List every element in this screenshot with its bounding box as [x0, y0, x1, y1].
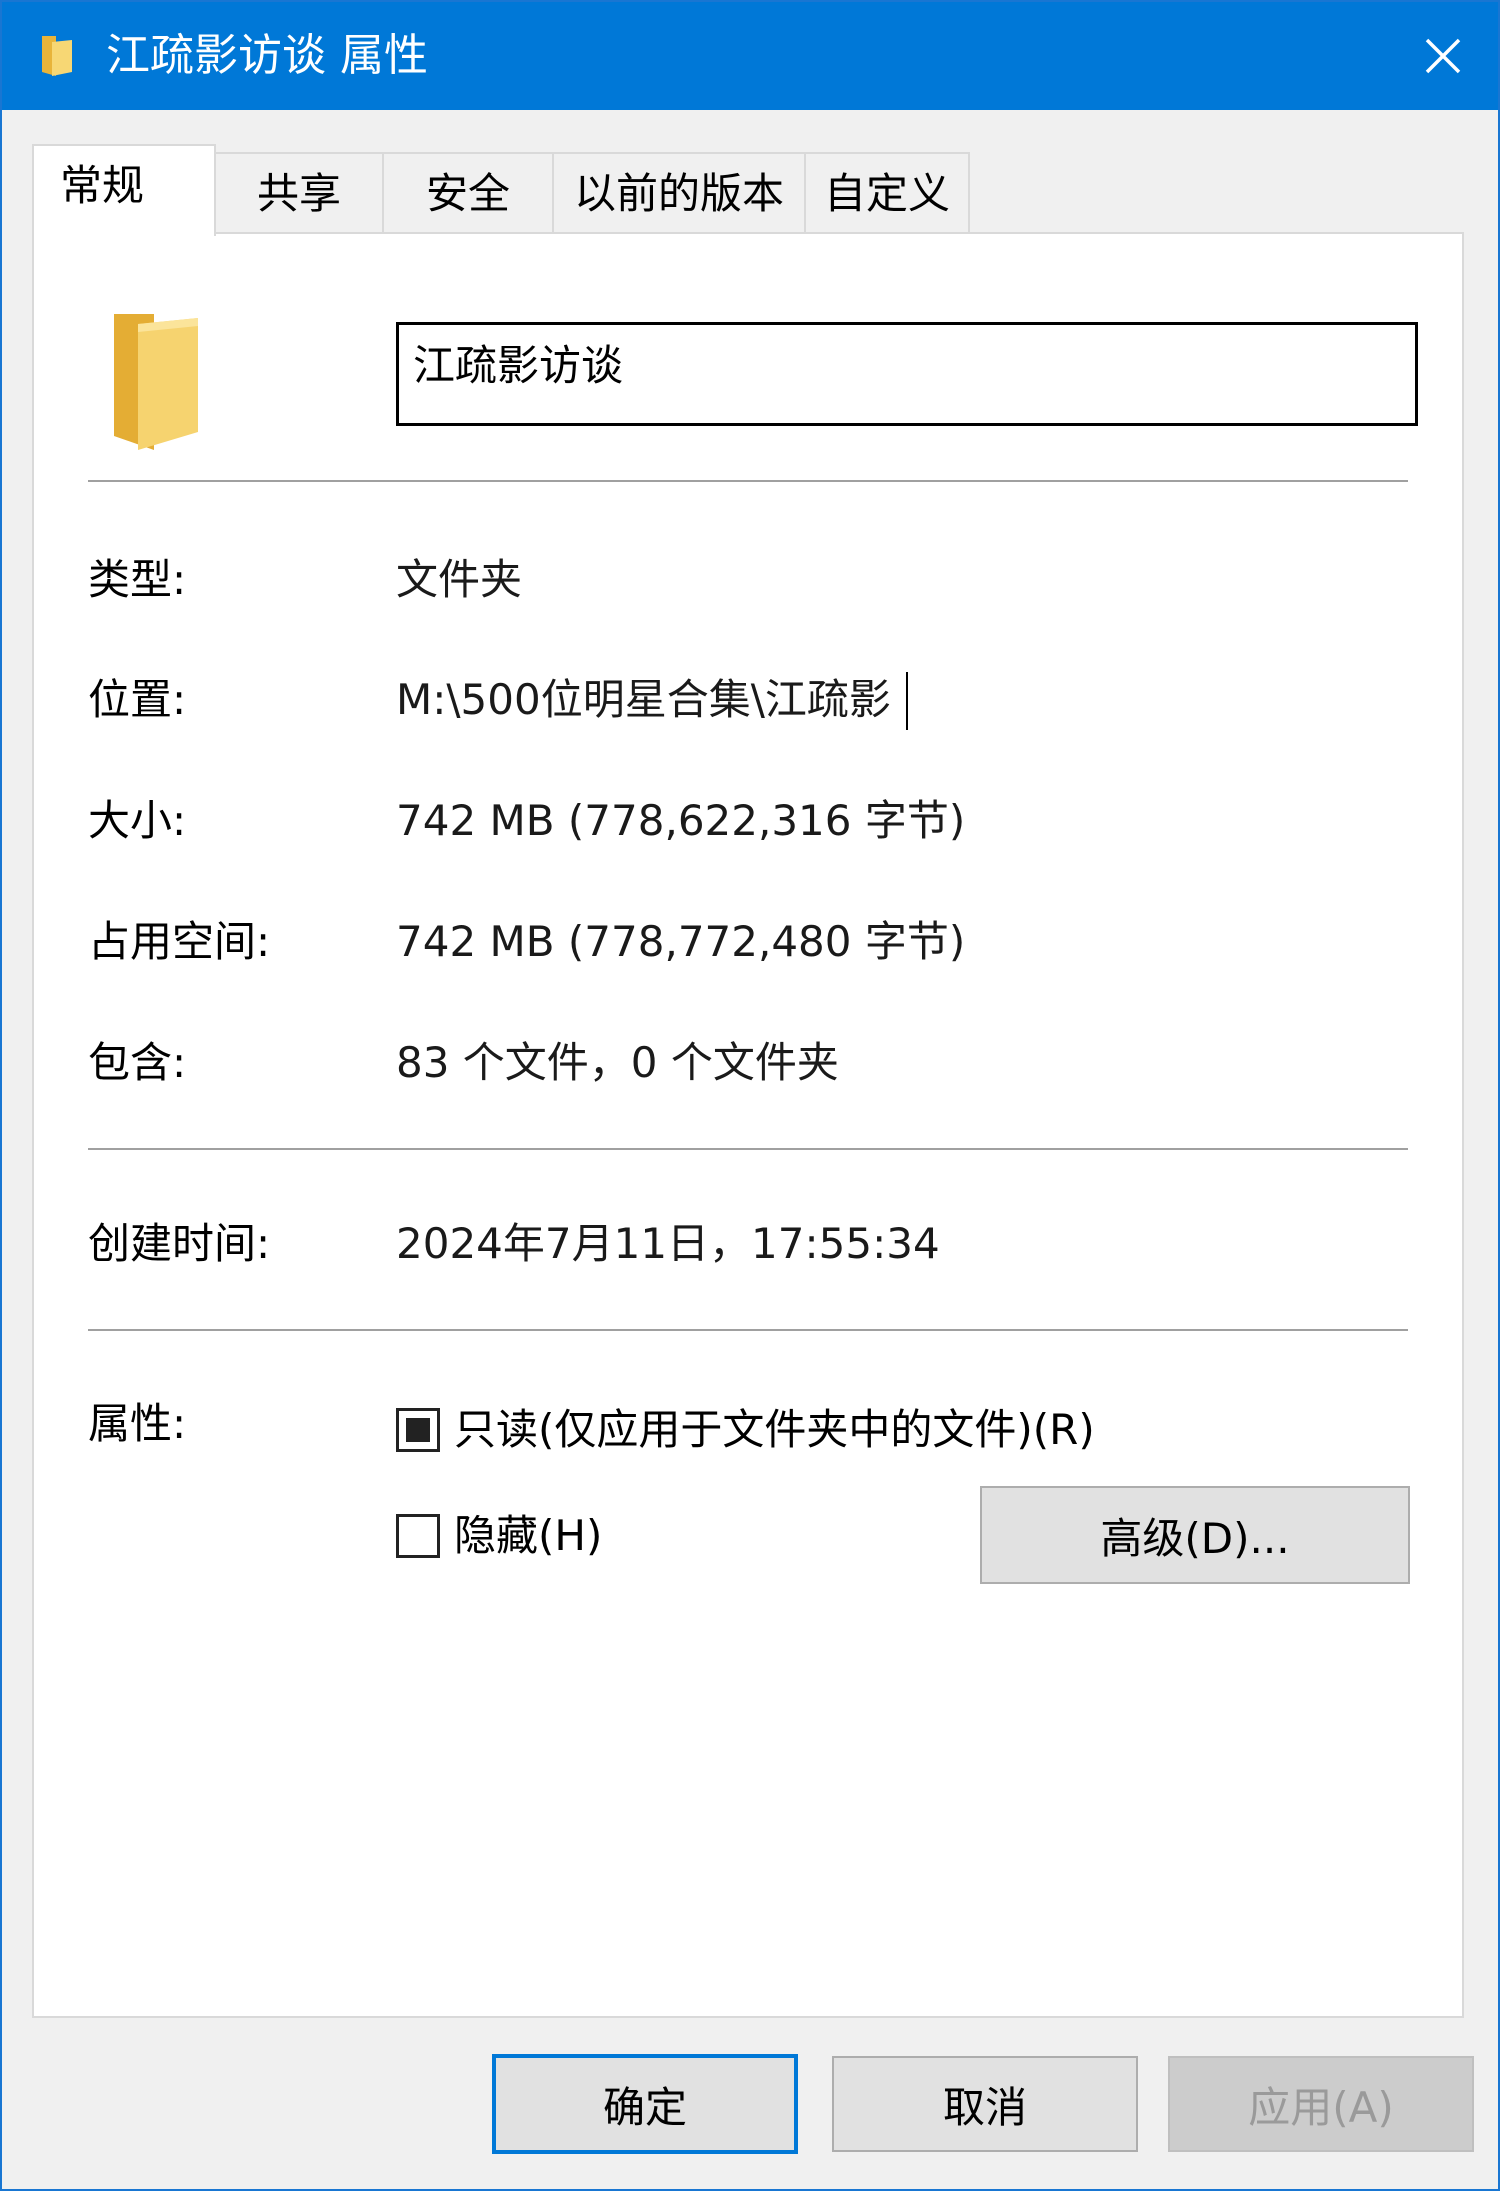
separator — [88, 1329, 1408, 1331]
readonly-checkbox[interactable] — [396, 1408, 440, 1452]
text-caret — [906, 672, 908, 730]
general-tab-panel: 类型: 文件夹 位置: M:\500位明星合集\江疏影 大小: 742 MB (… — [32, 232, 1464, 2018]
contains-value: 83 个文件，0 个文件夹 — [396, 1038, 839, 1087]
close-button[interactable] — [1388, 2, 1498, 110]
indeterminate-mark — [406, 1418, 430, 1442]
close-icon — [1425, 38, 1461, 74]
size-value: 742 MB (778,622,316 字节) — [396, 796, 966, 845]
disk-size-value: 742 MB (778,772,480 字节) — [396, 917, 966, 966]
tab-previous-versions[interactable]: 以前的版本 — [552, 152, 806, 234]
separator — [88, 1148, 1408, 1150]
properties-dialog: 江疏影访谈 属性 常规 共享 安全 以前的版本 自定义 类型: 文件夹 位置: … — [0, 0, 1500, 2191]
tab-general[interactable]: 常规 — [32, 144, 216, 236]
ok-button[interactable]: 确定 — [492, 2054, 798, 2154]
folder-icon — [114, 314, 198, 450]
hidden-label[interactable]: 隐藏(H) — [454, 1506, 602, 1566]
attributes-label: 属性: — [88, 1399, 187, 1448]
tab-customize[interactable]: 自定义 — [804, 152, 970, 234]
folder-name-input[interactable] — [396, 322, 1418, 426]
disk-size-label: 占用空间: — [88, 917, 271, 966]
window-title: 江疏影访谈 属性 — [106, 30, 428, 81]
folder-icon — [42, 36, 72, 76]
separator — [88, 480, 1408, 482]
size-label: 大小: — [88, 796, 187, 845]
created-label: 创建时间: — [88, 1219, 271, 1268]
cancel-button[interactable]: 取消 — [832, 2056, 1138, 2152]
location-label: 位置: — [88, 675, 187, 724]
apply-button[interactable]: 应用(A) — [1168, 2056, 1474, 2152]
tab-sharing[interactable]: 共享 — [214, 152, 384, 234]
tab-security[interactable]: 安全 — [382, 152, 554, 234]
title-bar: 江疏影访谈 属性 — [2, 2, 1498, 110]
advanced-button[interactable]: 高级(D)... — [980, 1486, 1410, 1584]
type-value: 文件夹 — [396, 555, 523, 604]
readonly-label[interactable]: 只读(仅应用于文件夹中的文件)(R) — [454, 1400, 1095, 1460]
created-value: 2024年7月11日，17:55:34 — [396, 1219, 940, 1268]
location-value[interactable]: M:\500位明星合集\江疏影 — [396, 670, 891, 730]
hidden-checkbox[interactable] — [396, 1514, 440, 1558]
type-label: 类型: — [88, 555, 187, 604]
contains-label: 包含: — [88, 1038, 187, 1087]
